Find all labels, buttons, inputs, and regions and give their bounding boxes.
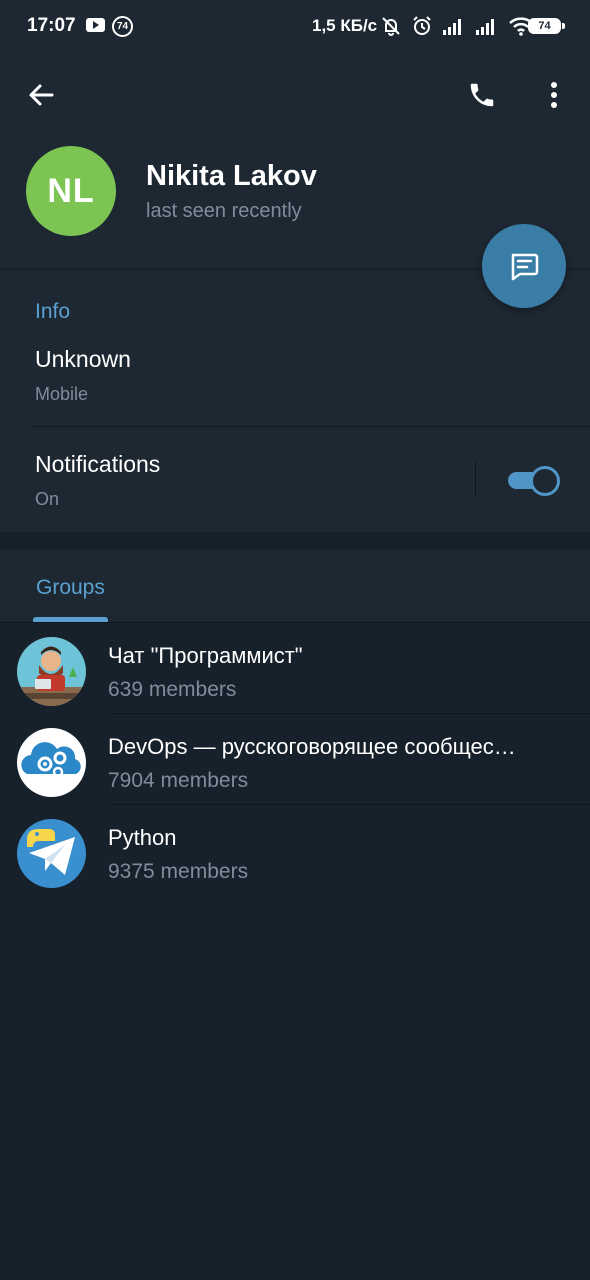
- programmer-avatar: [17, 637, 86, 706]
- group-name: DevOps — русскоговорящее сообщес…: [108, 734, 516, 759]
- more-vertical-icon: [551, 82, 557, 108]
- call-button[interactable]: [458, 71, 506, 119]
- list-item[interactable]: DevOps — русскоговорящее сообщес… 7904 m…: [0, 714, 590, 805]
- tab-groups[interactable]: Groups: [36, 576, 105, 600]
- network-speed: 1,5 КБ/с: [312, 16, 378, 35]
- group-name: Чат "Программист": [108, 643, 303, 668]
- status-icons: [380, 14, 534, 38]
- group-members: 7904 members: [108, 769, 249, 792]
- group-members: 639 members: [108, 678, 237, 701]
- send-message-button[interactable]: [482, 224, 566, 308]
- battery-icon: 74: [528, 18, 565, 34]
- notifications-label[interactable]: Notifications: [35, 451, 160, 478]
- youtube-icon: [86, 18, 105, 32]
- notification-count-icon: 74: [112, 16, 133, 37]
- status-time: 17:07: [27, 15, 76, 36]
- profile-status: last seen recently: [146, 200, 302, 222]
- shared-media-tabs: Groups: [0, 550, 590, 623]
- devops-cloud-avatar: [17, 728, 86, 797]
- phone-value[interactable]: Unknown: [35, 346, 131, 373]
- phone-icon: [470, 83, 494, 107]
- python-telegram-avatar: [17, 819, 86, 888]
- tab-indicator: [33, 617, 108, 622]
- list-item[interactable]: Чат "Программист" 639 members: [0, 623, 590, 714]
- info-section: Info Unknown Mobile Notifications On: [0, 270, 590, 532]
- groups-list: Чат "Программист" 639 members DevOps — р…: [0, 623, 590, 896]
- more-options-button[interactable]: [530, 71, 578, 119]
- phone-label: Mobile: [35, 384, 89, 404]
- profile-name: Nikita Lakov: [146, 160, 317, 192]
- signal-icon: [443, 19, 461, 35]
- signal-icon-2: [476, 19, 494, 35]
- message-icon: [511, 253, 539, 281]
- alarm-icon: [413, 16, 431, 35]
- toggle-knob: [530, 466, 560, 496]
- list-item[interactable]: Python 9375 members: [0, 805, 590, 896]
- divider: [30, 426, 590, 427]
- arrow-left-icon: [29, 84, 54, 106]
- info-section-title: Info: [35, 300, 71, 323]
- mute-bell-icon: [382, 17, 400, 36]
- divider-vertical: [475, 462, 476, 496]
- status-bar: 17:07 74 1,5 КБ/с 74: [0, 0, 590, 52]
- notifications-state: On: [35, 489, 60, 509]
- group-name: Python: [108, 825, 177, 850]
- back-button[interactable]: [17, 71, 65, 119]
- avatar[interactable]: NL: [26, 146, 116, 236]
- group-members: 9375 members: [108, 860, 249, 883]
- notifications-toggle[interactable]: [508, 466, 560, 496]
